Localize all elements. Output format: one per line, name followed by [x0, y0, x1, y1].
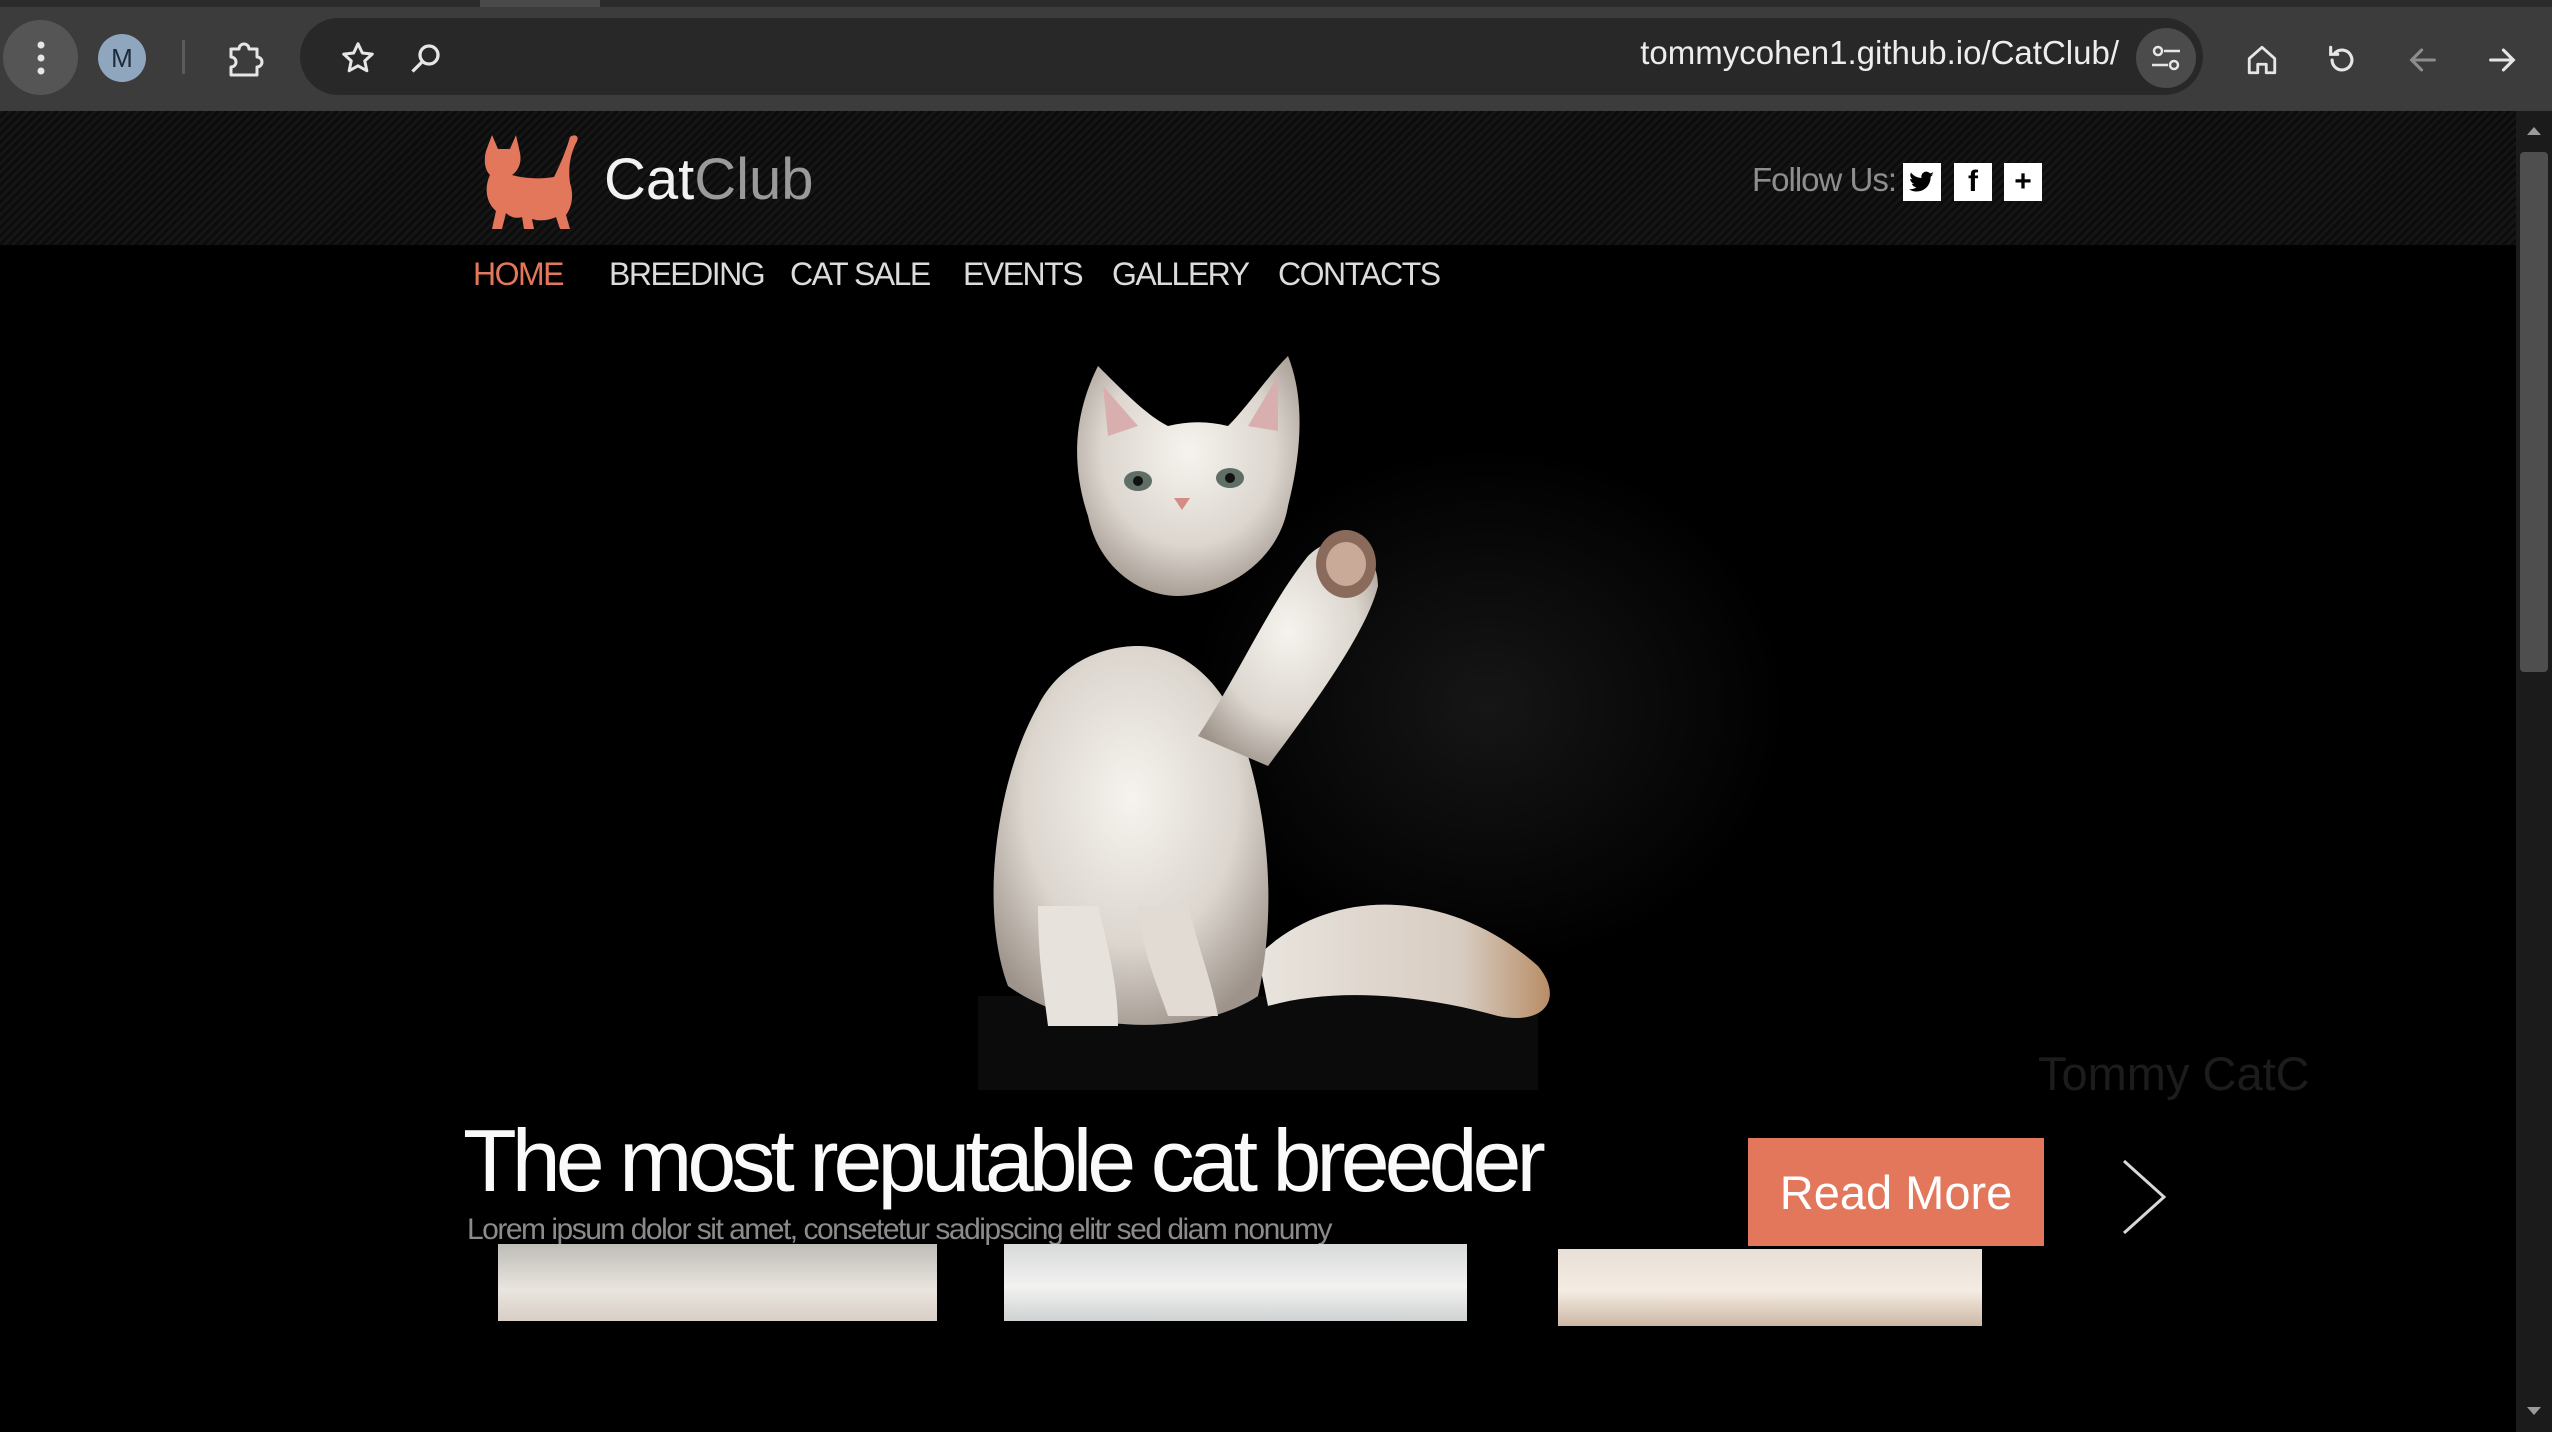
hero-subline: Lorem ipsum dolor sit amet, consetetur s…: [467, 1213, 1332, 1246]
profile-avatar[interactable]: M: [98, 34, 146, 82]
facebook-glyph: f: [1968, 165, 1978, 198]
brand-name-secondary: Club: [694, 147, 814, 212]
cat-logo-icon[interactable]: [476, 129, 582, 231]
active-tab-edge[interactable]: [480, 0, 600, 7]
scroll-down-arrow-icon[interactable]: [2516, 1396, 2552, 1426]
site-header: CatClub Follow Us: f +: [0, 111, 2516, 245]
gallery-thumb-3[interactable]: [1558, 1249, 1982, 1326]
home-icon[interactable]: [2232, 30, 2292, 90]
twitter-icon[interactable]: [1903, 163, 1941, 201]
plus-icon[interactable]: +: [2004, 163, 2042, 201]
nav-item-home[interactable]: HOME: [473, 256, 565, 293]
facebook-icon[interactable]: f: [1954, 163, 1992, 201]
brand-logo[interactable]: CatClub: [604, 145, 814, 215]
hero-headline: The most reputable cat breeder: [463, 1111, 1546, 1210]
web-page: CatClub Follow Us: f + HOME BREEDING CAT…: [0, 111, 2516, 1432]
gallery-thumb-1[interactable]: [498, 1244, 937, 1321]
zoom-icon[interactable]: [398, 30, 454, 86]
reload-icon[interactable]: [2312, 30, 2372, 90]
nav-item-contacts[interactable]: CONTACTS: [1278, 256, 1441, 293]
slider-watermark: Tommy CatC: [2038, 1047, 2310, 1100]
read-more-button[interactable]: Read More: [1748, 1138, 2044, 1246]
profile-initial: M: [111, 42, 133, 73]
plus-glyph: +: [2014, 165, 2032, 198]
scroll-up-arrow-icon[interactable]: [2516, 116, 2552, 146]
nav-item-events[interactable]: EVENTS: [963, 256, 1084, 293]
star-icon[interactable]: [330, 30, 386, 86]
nav-item-breeding[interactable]: BREEDING: [609, 256, 766, 293]
hero-slider: [478, 346, 2314, 1090]
brand-name-primary: Cat: [604, 147, 695, 212]
gallery-thumb-2[interactable]: [1004, 1244, 1467, 1321]
follow-us-label: Follow Us:: [1752, 161, 1897, 198]
browser-toolbar: M tommycohen1.github.io/CatClub/: [0, 0, 2552, 111]
nav-item-cat-sale[interactable]: CAT SALE: [790, 256, 931, 293]
forward-arrow-icon[interactable]: [2472, 30, 2532, 90]
toolbar-divider: [182, 40, 185, 74]
menu-icon[interactable]: [3, 20, 78, 95]
nav-item-gallery[interactable]: GALLERY: [1112, 256, 1250, 293]
tab-strip: [0, 0, 2552, 7]
scrollbar-thumb[interactable]: [2520, 152, 2548, 672]
puzzle-icon[interactable]: [218, 30, 274, 86]
chevron-right-icon[interactable]: [2116, 1157, 2172, 1237]
tune-icon[interactable]: [2136, 28, 2196, 88]
hero-cat-image: [978, 356, 1788, 1090]
back-arrow-icon[interactable]: [2393, 30, 2453, 90]
url-text[interactable]: tommycohen1.github.io/CatClub/: [1640, 34, 2119, 72]
